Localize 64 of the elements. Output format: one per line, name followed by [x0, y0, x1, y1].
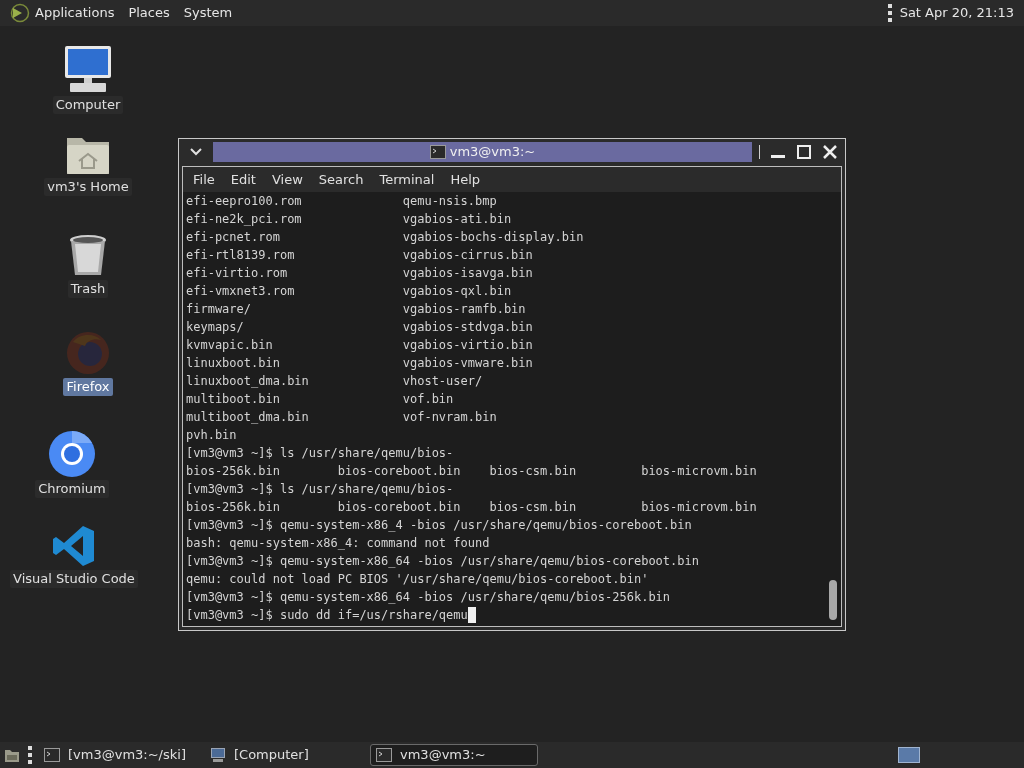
terminal-line: efi-eepro100.rom qemu-nsis.bmp — [186, 193, 497, 210]
terminal-line: keymaps/ vgabios-stdvga.bin — [186, 319, 533, 336]
window-title: vm3@vm3:~ — [449, 143, 536, 162]
terminal-line: [vm3@vm3 ~]$ qemu-system-x86_64 -bios /usr/share/qemu/bios-coreboot.bin — [186, 553, 699, 570]
menu-logo-icon — [10, 3, 30, 23]
workspace-switcher[interactable] — [898, 747, 920, 763]
menu-item[interactable]: Edit — [230, 169, 256, 190]
terminal-line: [vm3@vm3 ~]$ ls /usr/share/qemu/bios- — [186, 445, 454, 462]
terminal-line: efi-vmxnet3.rom vgabios-qxl.bin — [186, 283, 512, 300]
terminal-line: pvh.bin — [186, 427, 237, 444]
menu-item[interactable]: Help — [450, 169, 481, 190]
terminal-line: linuxboot_dma.bin vhost-user/ — [186, 373, 483, 390]
terminal-line: efi-rtl8139.rom vgabios-cirrus.bin — [186, 247, 533, 264]
computer-icon — [62, 44, 114, 94]
panel-menu[interactable]: Applications — [35, 3, 115, 23]
text-cursor — [467, 607, 476, 623]
menu-item[interactable]: View — [271, 169, 303, 190]
desktop-icon-label[interactable]: Computer — [52, 96, 124, 114]
maximize-icon — [797, 145, 811, 159]
menu-item[interactable]: Search — [318, 169, 364, 190]
taskbar-button[interactable]: [Computer] — [204, 744, 370, 766]
terminal-icon — [429, 145, 446, 159]
menu-item[interactable]: File — [193, 169, 215, 190]
desktop-icon-label[interactable]: Visual Studio Code — [10, 570, 138, 588]
terminal-line: linuxboot.bin vgabios-vmware.bin — [186, 355, 533, 372]
trash-icon — [68, 234, 108, 278]
panel-menu[interactable]: Places — [128, 3, 170, 23]
terminal-line: multiboot.bin vof.bin — [186, 391, 454, 408]
terminal-icon — [376, 748, 392, 762]
clock[interactable]: Sat Apr 20, 21:13 — [899, 3, 1014, 23]
desktop-icon-label[interactable]: Chromium — [35, 480, 109, 498]
terminal-line: bios-256k.bin bios-coreboot.bin bios-csm.bin bios-microvm.bin — [186, 463, 757, 480]
terminal-line: [vm3@vm3 ~]$ qemu-system-x86_4 -bios /usr/share/qemu/bios-coreboot.bin — [186, 517, 692, 534]
terminal-line: firmware/ vgabios-ramfb.bin — [186, 301, 526, 318]
taskbar-button[interactable]: vm3@vm3:~ — [370, 744, 538, 766]
terminal-line: efi-virtio.rom vgabios-isavga.bin — [186, 265, 533, 282]
computer-icon — [210, 747, 226, 763]
terminal-line: [vm3@vm3 ~]$ ls /usr/share/qemu/bios- — [186, 481, 454, 498]
terminal-line: [vm3@vm3 ~]$ qemu-system-x86_64 -bios /usr/share/qemu/bios-256k.bin — [186, 589, 671, 606]
terminal-line: kvmvapic.bin vgabios-virtio.bin — [186, 337, 533, 354]
minimize-icon — [771, 155, 785, 158]
title-bar[interactable]: vm3@vm3:~ — [213, 142, 752, 162]
chromium-icon — [48, 430, 96, 478]
terminal-icon — [44, 748, 60, 762]
desktop-icon-label[interactable]: Trash — [67, 280, 109, 298]
close-icon — [823, 145, 837, 159]
kebab-icon[interactable] — [887, 4, 892, 22]
terminal-line: [vm3@vm3 ~]$ sudo dd if=/us/rshare/qemu — [186, 607, 468, 624]
drag-handle-icon — [28, 746, 32, 764]
terminal-line: bash: qemu-system-x86_4: command not found — [186, 535, 490, 552]
chevron-down-icon — [190, 148, 202, 156]
desktop-icon-label[interactable]: vm3's Home — [44, 178, 132, 196]
desktop-icon-label[interactable]: Firefox — [63, 378, 113, 396]
taskbar-button[interactable]: [vm3@vm3:~/ski] — [38, 744, 204, 766]
terminal-line: bios-256k.bin bios-coreboot.bin bios-csm.bin bios-microvm.bin — [186, 499, 757, 516]
terminal-line: qemu: could not load PC BIOS '/usr/share/qemu/bios-coreboot.bin' — [186, 571, 649, 588]
menu-item[interactable]: Terminal — [379, 169, 435, 190]
show-desktop-icon[interactable] — [4, 747, 20, 763]
firefox-icon — [65, 330, 111, 376]
terminal-line: efi-pcnet.rom vgabios-bochs-display.bin — [186, 229, 584, 246]
terminal-line: multiboot_dma.bin vof-nvram.bin — [186, 409, 497, 426]
terminal-line: efi-ne2k_pci.rom vgabios-ati.bin — [186, 211, 512, 228]
code-editor-icon — [52, 524, 96, 568]
panel-menu[interactable]: System — [183, 3, 233, 23]
